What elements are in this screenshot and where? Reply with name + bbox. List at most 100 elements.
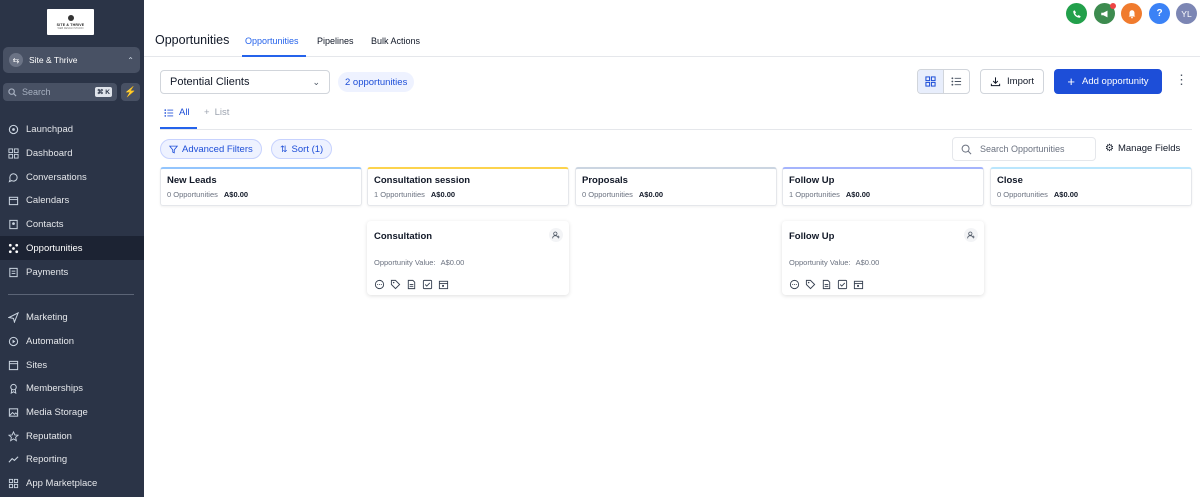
avatar[interactable]: YL [1176,3,1197,24]
calendar-icon[interactable] [438,279,449,290]
tab-bulk-actions[interactable]: Bulk Actions [371,36,420,46]
pipeline-select[interactable]: Potential Clients ⌄ [160,70,330,94]
view-tab-list[interactable]: + List [204,107,229,118]
sidebar-item-opportunities[interactable]: Opportunities [0,236,144,260]
search-icon [8,87,17,97]
view-tab-all[interactable]: All [164,107,190,118]
view-tab-all-label: All [179,107,190,118]
stage-amount: A$0.00 [845,190,871,199]
phone-icon[interactable] [1066,3,1087,24]
stage-count: 1 Opportunities [789,190,840,199]
notification-dot [1110,3,1116,9]
sidebar-item-reporting[interactable]: Reporting [0,447,144,471]
sidebar-item-conversations[interactable]: Conversations [0,165,144,189]
memberships-icon [8,383,19,394]
opportunity-card[interactable]: Consultation Opportunity Value: A$0.00 [367,221,569,295]
sidebar-item-label: Reputation [26,430,72,442]
import-label: Import [1007,76,1034,87]
tag-icon[interactable] [390,279,401,290]
sidebar-item-label: Calendars [26,194,70,206]
top-bar: Opportunities Opportunities Pipelines Bu… [144,0,1200,57]
sidebar-item-launchpad[interactable]: Launchpad [0,117,144,141]
sidebar-item-label: Automation [26,335,75,347]
view-toggle [917,69,970,94]
view-divider [160,129,1192,130]
megaphone-icon[interactable] [1094,3,1116,24]
note-icon[interactable] [821,279,832,290]
sidebar-item-label: Media Storage [26,406,88,418]
sidebar-item-contacts[interactable]: Contacts [0,212,144,236]
list-view-icon[interactable] [944,70,969,93]
stage-header-new-leads: New Leads 0 Opportunities A$0.00 [160,167,362,206]
board-view-icon[interactable] [918,70,944,93]
account-name: Site & Thrive [29,55,78,65]
sort-icon: ⇅ [280,143,288,154]
bell-icon[interactable] [1121,3,1142,24]
tag-icon[interactable] [805,279,816,290]
view-tab-list-label: List [214,107,230,118]
add-opportunity-button[interactable]: + Add opportunity [1054,69,1162,94]
media-icon [8,407,19,418]
sidebar-item-calendars[interactable]: Calendars [0,188,144,212]
sidebar-item-media-storage[interactable]: Media Storage [0,400,144,424]
stage-count: 0 Opportunities [167,190,218,199]
message-icon[interactable] [789,279,800,290]
reporting-icon [8,454,19,465]
shortcut-badge: ⌘ K [95,87,112,97]
download-icon [990,77,1001,87]
sidebar-item-label: Conversations [26,171,87,183]
import-button[interactable]: Import [980,69,1044,94]
sidebar-item-payments[interactable]: Payments [0,260,144,284]
task-icon[interactable] [837,279,848,290]
stage-amount: A$0.00 [638,190,664,199]
sidebar-item-reputation[interactable]: Reputation [0,424,144,448]
search-opportunities-input[interactable]: Search Opportunities [952,137,1096,161]
more-options-icon[interactable]: ⋮ [1175,72,1188,88]
task-icon[interactable] [422,279,433,290]
quick-action-icon[interactable]: ⚡ [121,83,140,101]
logo-subtext: WEB DESIGN STUDIO [57,26,84,30]
manage-fields-button[interactable]: ⚙ Manage Fields [1105,143,1180,154]
manage-fields-label: Manage Fields [1117,143,1181,154]
calendar-icon[interactable] [853,279,864,290]
opportunity-name: Consultation [374,231,433,242]
stage-name: New Leads [167,175,217,186]
sidebar-search[interactable]: Search ⌘ K [3,83,117,101]
sidebar-item-marketing[interactable]: Marketing [0,305,144,329]
sidebar-item-label: Memberships [26,382,84,394]
automation-icon [8,336,19,347]
note-icon[interactable] [406,279,417,290]
opportunity-count-badge: 2 opportunities [338,72,415,92]
opportunity-card[interactable]: Follow Up Opportunity Value: A$0.00 [782,221,984,295]
advanced-filters-button[interactable]: Advanced Filters [160,139,262,159]
star-icon [8,430,19,442]
calendar-icon [8,195,19,206]
page-title: Opportunities [155,33,230,47]
sidebar-item-sites[interactable]: Sites [0,353,144,377]
plus-icon: + [1067,74,1076,89]
marketplace-icon [8,478,19,489]
opportunity-value: A$0.00 [440,258,465,267]
sort-button[interactable]: ⇅ Sort (1) [271,139,333,159]
main-content: Opportunities Opportunities Pipelines Bu… [144,0,1200,497]
sidebar-item-app-marketplace[interactable]: App Marketplace [0,471,144,495]
stage-name: Proposals [582,175,628,186]
sidebar-item-dashboard[interactable]: Dashboard [0,141,144,165]
assign-user-icon[interactable] [549,228,563,242]
stage-header-follow-up: Follow Up 1 Opportunities A$0.00 [782,167,984,206]
account-switcher[interactable]: ⇆ Site & Thrive ⌃ [3,47,140,73]
stage-amount: A$0.00 [223,190,249,199]
message-icon[interactable] [374,279,385,290]
sidebar-item-label: Payments [26,266,69,278]
chevron-down-icon: ⌄ [312,76,320,87]
help-icon[interactable]: ? [1149,3,1170,24]
assign-user-icon[interactable] [964,228,978,242]
stage-count: 0 Opportunities [582,190,633,199]
tab-pipelines[interactable]: Pipelines [317,36,354,46]
sidebar-search-placeholder: Search [22,87,51,97]
sidebar-item-automation[interactable]: Automation [0,329,144,353]
tab-opportunities[interactable]: Opportunities [245,36,299,46]
company-logo[interactable]: SITE & THRIVE WEB DESIGN STUDIO [47,9,94,35]
sidebar-item-label: App Marketplace [26,477,98,489]
sidebar-item-memberships[interactable]: Memberships [0,376,144,400]
